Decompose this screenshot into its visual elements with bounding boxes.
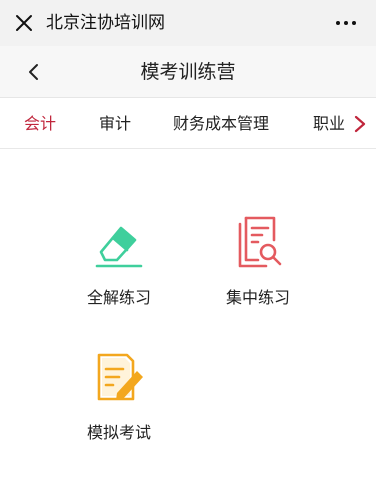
chevron-right-icon[interactable] (352, 114, 368, 134)
tab-financial-cost-management[interactable]: 财务成本管理 (173, 99, 269, 149)
module-label: 集中练习 (225, 288, 290, 307)
more-icon[interactable] (334, 14, 358, 32)
pencil-eraser-icon (95, 226, 143, 268)
close-icon[interactable] (14, 13, 34, 33)
document-search-icon (238, 216, 282, 268)
page-title: 模考训练营 (140, 61, 236, 83)
page-header: 模考训练营 (0, 46, 376, 98)
wechat-top-bar: 北京注协培训网 (0, 0, 376, 46)
module-label: 全解练习 (86, 288, 151, 307)
tab-audit[interactable]: 审计 (99, 99, 131, 149)
exam-paper-pencil-icon (97, 353, 143, 401)
module-label: 模拟考试 (86, 423, 151, 442)
tab-professional[interactable]: 职业 (313, 99, 345, 149)
module-full-practice[interactable]: 全解练习 (54, 214, 184, 308)
tab-accounting[interactable]: 会计 (24, 99, 56, 149)
module-mock-exam[interactable]: 模拟考试 (54, 349, 184, 443)
subject-tabs: 会计 审计 财务成本管理 职业 (0, 99, 376, 149)
module-focused-practice[interactable]: 集中练习 (193, 214, 323, 308)
site-title: 北京注协培训网 (46, 13, 165, 33)
